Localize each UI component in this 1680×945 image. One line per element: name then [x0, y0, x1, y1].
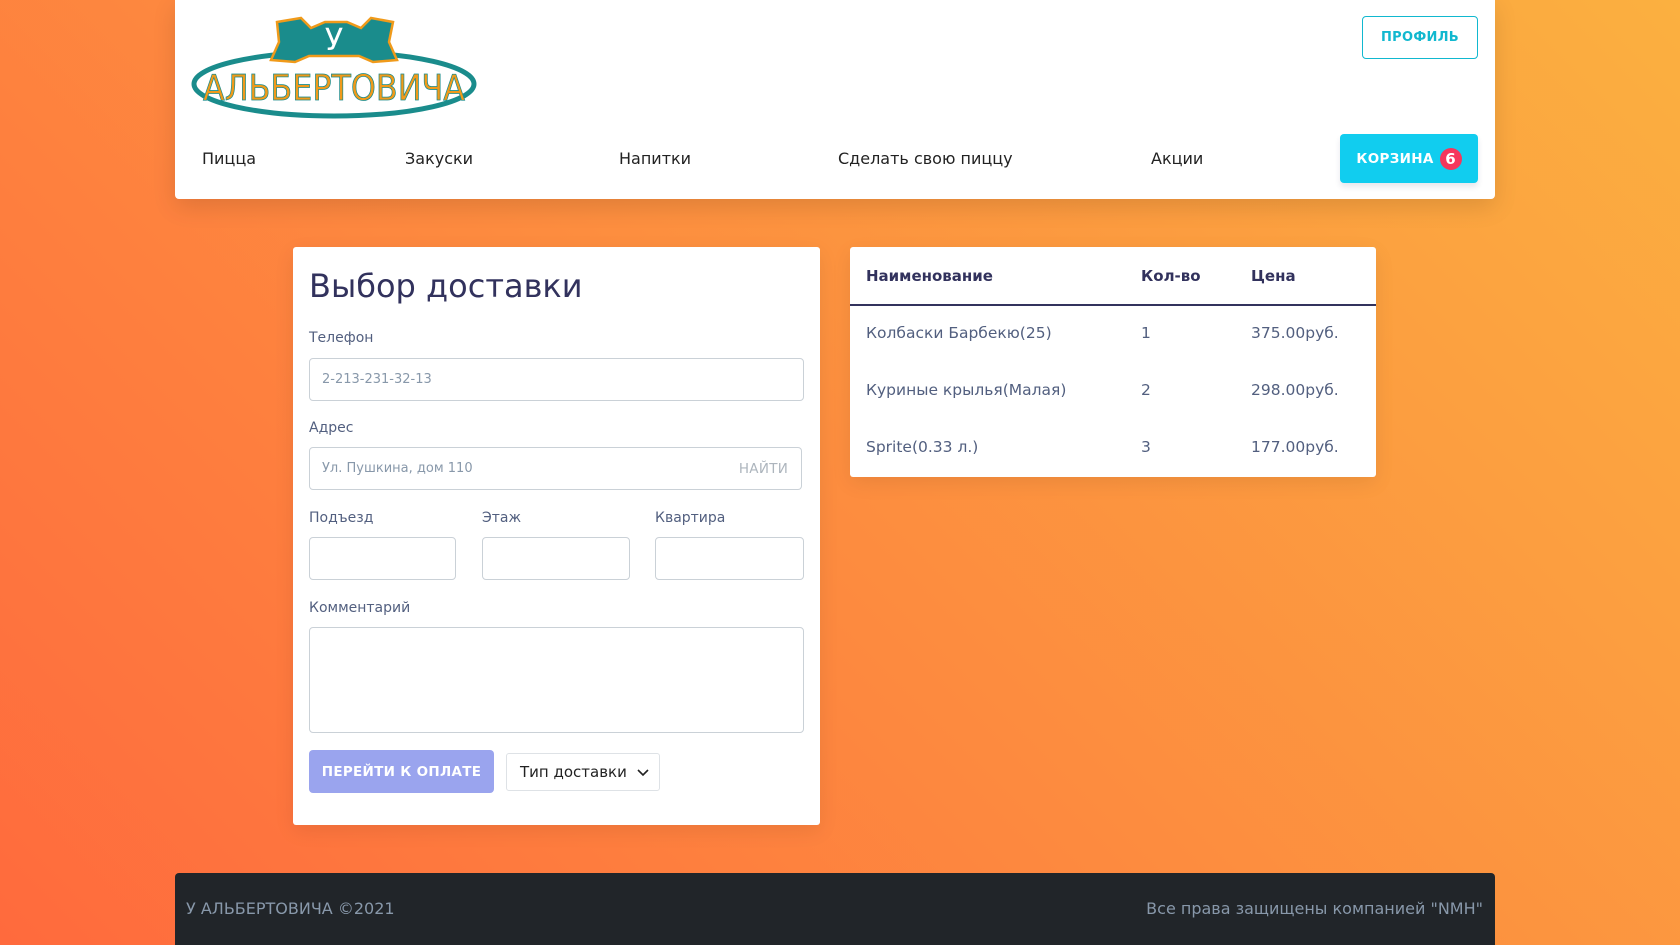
- footer-copyright: У АЛЬБЕРТОВИЧА ©2021: [186, 899, 395, 918]
- delivery-type-dropdown[interactable]: Тип доставки: [506, 753, 660, 791]
- comment-textarea[interactable]: [309, 627, 804, 733]
- site-footer: У АЛЬБЕРТОВИЧА ©2021 Все права защищены …: [175, 873, 1495, 945]
- profile-button[interactable]: ПРОФИЛЬ: [1362, 16, 1478, 59]
- address-label: Адрес: [309, 420, 354, 436]
- row-item-qty: 1: [1141, 324, 1151, 342]
- table-header-divider: [850, 304, 1376, 306]
- logo-graphic: У АЛЬБЕРТОВИЧА: [191, 16, 477, 119]
- go-to-payment-button[interactable]: ПЕРЕЙТИ К ОПЛАТЕ: [309, 750, 494, 793]
- row-item-name: Sprite(0.33 л.): [866, 438, 979, 456]
- find-address-button[interactable]: НАЙТИ: [726, 447, 802, 490]
- order-table-card: Наименование Кол-во Цена Колбаски Барбек…: [850, 247, 1376, 477]
- row-item-price: 298.00руб.: [1251, 381, 1339, 399]
- logo-letter: У: [325, 23, 343, 58]
- cart-button[interactable]: КОРЗИНА 6: [1340, 134, 1478, 183]
- row-item-name: Колбаски Барбекю(25): [866, 324, 1052, 342]
- floor-label: Этаж: [482, 510, 522, 526]
- phone-label: Телефон: [309, 330, 374, 346]
- nav-item-snacks[interactable]: Закуски: [405, 149, 473, 168]
- delivery-form-card: Выбор доставки Телефон 2-213-231-32-13 А…: [293, 247, 820, 825]
- row-item-qty: 3: [1141, 438, 1151, 456]
- footer-rights: Все права защищены компанией "NMH": [1146, 899, 1483, 918]
- site-header: У АЛЬБЕРТОВИЧА ПРОФИЛЬ Пицца Закуски Нап…: [175, 0, 1495, 199]
- entrance-input[interactable]: [309, 537, 456, 580]
- address-input[interactable]: Ул. Пушкина, дом 110: [309, 447, 727, 490]
- row-item-price: 375.00руб.: [1251, 324, 1339, 342]
- nav-item-custom-pizza[interactable]: Сделать свою пиццу: [838, 149, 1013, 168]
- column-header-price: Цена: [1251, 267, 1296, 285]
- form-title: Выбор доставки: [309, 267, 583, 305]
- entrance-label: Подъезд: [309, 510, 374, 526]
- column-header-name: Наименование: [866, 267, 993, 285]
- floor-input[interactable]: [482, 537, 630, 580]
- apartment-input[interactable]: [655, 537, 804, 580]
- row-item-qty: 2: [1141, 381, 1151, 399]
- cart-count-badge: 6: [1439, 147, 1462, 170]
- site-logo[interactable]: У АЛЬБЕРТОВИЧА: [189, 14, 479, 120]
- phone-input[interactable]: 2-213-231-32-13: [309, 358, 804, 401]
- nav-item-promotions[interactable]: Акции: [1151, 149, 1203, 168]
- apartment-label: Квартира: [655, 510, 726, 526]
- nav-item-drinks[interactable]: Напитки: [619, 149, 691, 168]
- cart-label: КОРЗИНА: [1356, 150, 1434, 167]
- column-header-qty: Кол-во: [1141, 267, 1201, 285]
- chevron-down-icon: [637, 763, 649, 781]
- delivery-type-label: Тип доставки: [520, 763, 627, 781]
- logo-name: АЛЬБЕРТОВИЧА: [203, 68, 465, 109]
- row-item-price: 177.00руб.: [1251, 438, 1339, 456]
- row-item-name: Куриные крылья(Малая): [866, 381, 1067, 399]
- comment-label: Комментарий: [309, 600, 411, 616]
- nav-item-pizza[interactable]: Пицца: [202, 149, 256, 168]
